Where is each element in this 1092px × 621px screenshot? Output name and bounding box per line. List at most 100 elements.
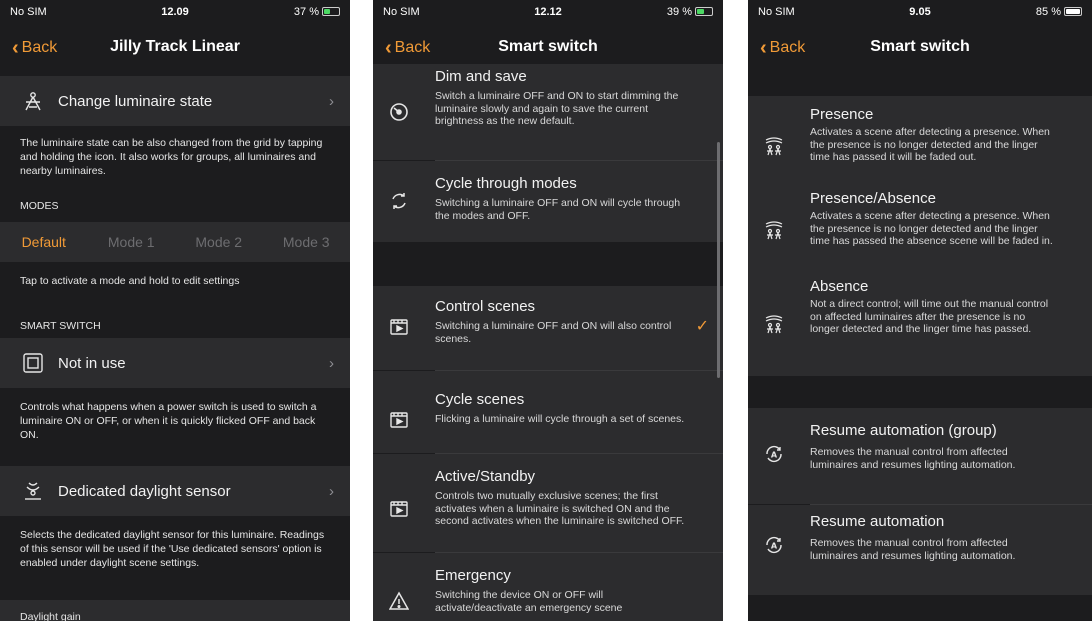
option-title: Active/Standby: [435, 468, 536, 485]
daylight-sensor-description: Selects the dedicated daylight sensor fo…: [20, 529, 325, 569]
battery-status: 37 %: [294, 6, 340, 18]
option-presence-absence[interactable]: Presence/Absence Activates a scene after…: [748, 186, 1092, 276]
option-title: Control scenes: [435, 298, 536, 315]
option-description: Removes the manual control from affected…: [810, 446, 1016, 471]
battery-icon: [695, 7, 713, 16]
battery-percent: 37 %: [293, 6, 319, 18]
settings-list: Change luminaire state › The luminaire s…: [0, 64, 350, 621]
smart-switch-section-header: SMART SWITCH: [20, 320, 101, 332]
scene-icon: [389, 409, 409, 429]
option-title: Emergency: [435, 567, 511, 584]
daylight-sensor-icon: [20, 478, 46, 504]
automation-icon: A: [764, 535, 784, 555]
option-absence[interactable]: Absence Not a direct control; will time …: [748, 276, 1092, 376]
navigation-bar: ‹ Back Smart switch: [373, 28, 723, 64]
daylight-gain-row[interactable]: Daylight gain: [0, 600, 350, 621]
smart-switch-screen-automation: No SIM 9.05 85 % ‹ Back Smart switch Pres…: [748, 0, 1092, 621]
chevron-right-icon: ›: [329, 92, 334, 110]
option-resume-automation-group[interactable]: Resume automation (group) A Removes the …: [748, 408, 1092, 504]
option-title: Cycle through modes: [435, 175, 577, 192]
option-description: Switch a luminaire OFF and ON to start d…: [435, 90, 679, 127]
page-title: Jilly Track Linear: [110, 38, 240, 55]
change-state-description: The luminaire state can be also changed …: [20, 137, 323, 177]
option-resume-automation[interactable]: Resume automation A Removes the manual c…: [748, 505, 1092, 595]
status-bar: No SIM 12.09 37 %: [0, 0, 350, 24]
smart-switch-value: Not in use: [58, 354, 126, 372]
scene-icon: [389, 316, 409, 336]
option-title: Resume automation: [810, 513, 945, 530]
section-gap: [748, 64, 1092, 96]
modes-hint: Tap to activate a mode and hold to edit …: [20, 275, 240, 287]
chevron-right-icon: ›: [329, 354, 334, 372]
page-title: Smart switch: [498, 38, 598, 55]
navigation-bar: ‹ Back Jilly Track Linear: [0, 28, 350, 64]
option-description: Activates a scene after detecting a pres…: [810, 126, 1050, 163]
change-luminaire-state-label: Change luminaire state: [58, 92, 213, 110]
checkmark-icon: ✓: [695, 318, 709, 335]
mode-default-button[interactable]: Default: [0, 222, 88, 262]
automation-icon: A: [764, 444, 784, 464]
battery-percent: 39 %: [666, 6, 692, 18]
smart-switch-options: Presence Activates a scene after detecti…: [748, 64, 1092, 621]
smart-switch-options: Dim and save Switch a luminaire OFF and …: [373, 64, 723, 621]
option-title: Presence/Absence: [810, 190, 936, 207]
battery-icon: [1064, 7, 1082, 16]
presence-icon: [764, 220, 784, 240]
mode-1-button[interactable]: Mode 1: [88, 222, 176, 262]
svg-text:A: A: [771, 451, 778, 460]
option-title: Absence: [810, 278, 869, 295]
switch-icon: [20, 350, 46, 376]
option-description: Removes the manual control from affected…: [810, 537, 1016, 562]
option-dim-and-save[interactable]: Dim and save Switch a luminaire OFF and …: [373, 64, 723, 160]
option-cycle-through-modes[interactable]: Cycle through modes Switching a luminair…: [373, 161, 723, 242]
option-title: Resume automation (group): [810, 422, 997, 439]
option-title: Cycle scenes: [435, 391, 525, 408]
chevron-right-icon: ›: [329, 482, 334, 500]
page-title: Smart switch: [870, 38, 970, 55]
option-active-standby[interactable]: Active/Standby Controls two mutually exc…: [373, 454, 723, 552]
battery-status: 85 %: [1036, 6, 1082, 18]
mode-2-button[interactable]: Mode 2: [175, 222, 263, 262]
scrollbar[interactable]: [717, 142, 720, 378]
option-description: Switching a luminaire OFF and ON will al…: [435, 320, 672, 345]
smart-switch-screen: No SIM 12.12 39 % ‹ Back Smart switch Dim…: [373, 0, 723, 621]
battery-percent: 85 %: [1035, 6, 1061, 18]
warning-icon: [388, 591, 410, 611]
option-description: Activates a scene after detecting a pres…: [810, 210, 1053, 247]
daylight-sensor-row[interactable]: Dedicated daylight sensor ›: [0, 466, 350, 516]
option-control-scenes[interactable]: Control scenes Switching a luminaire OFF…: [373, 286, 723, 370]
battery-status: 39 %: [667, 6, 713, 18]
option-description: Switching a luminaire OFF and ON will cy…: [435, 197, 681, 222]
status-bar: No SIM 9.05 85 %: [748, 0, 1092, 24]
option-title: Dim and save: [435, 68, 527, 85]
section-gap: [373, 242, 723, 286]
smart-switch-description: Controls what happens when a power switc…: [20, 401, 317, 441]
option-description: Not a direct control; will time out the …: [810, 298, 1049, 335]
navigation-bar: ‹ Back Smart switch: [748, 28, 1092, 64]
mode-3-button[interactable]: Mode 3: [263, 222, 351, 262]
presence-icon: [764, 314, 784, 334]
option-description: Switching the device ON or OFF will acti…: [435, 589, 623, 614]
option-emergency[interactable]: Emergency Switching the device ON or OFF…: [373, 553, 723, 621]
change-luminaire-state-row[interactable]: Change luminaire state ›: [0, 76, 350, 126]
svg-text:A: A: [771, 542, 778, 551]
scene-icon: [389, 498, 409, 518]
cycle-icon: [389, 191, 409, 211]
mode-selector: Default Mode 1 Mode 2 Mode 3: [0, 222, 350, 262]
luminaire-icon: [20, 88, 46, 114]
modes-section-header: MODES: [20, 200, 59, 212]
presence-icon: [764, 136, 784, 156]
luminaire-settings-screen: No SIM 12.09 37 % ‹ Back Jilly Track Line…: [0, 0, 350, 621]
option-title: Presence: [810, 106, 874, 123]
daylight-gain-label: Daylight gain: [20, 611, 81, 621]
option-description: Flicking a luminaire will cycle through …: [435, 413, 685, 425]
option-description: Controls two mutually exclusive scenes; …: [435, 490, 685, 527]
battery-icon: [322, 7, 340, 16]
smart-switch-row[interactable]: Not in use ›: [0, 338, 350, 388]
section-gap: [748, 376, 1092, 408]
option-cycle-scenes[interactable]: Cycle scenes Flicking a luminaire will c…: [373, 371, 723, 453]
dim-icon: [389, 102, 409, 122]
option-presence[interactable]: Presence Activates a scene after detecti…: [748, 96, 1092, 186]
status-bar: No SIM 12.12 39 %: [373, 0, 723, 24]
daylight-sensor-label: Dedicated daylight sensor: [58, 482, 231, 500]
